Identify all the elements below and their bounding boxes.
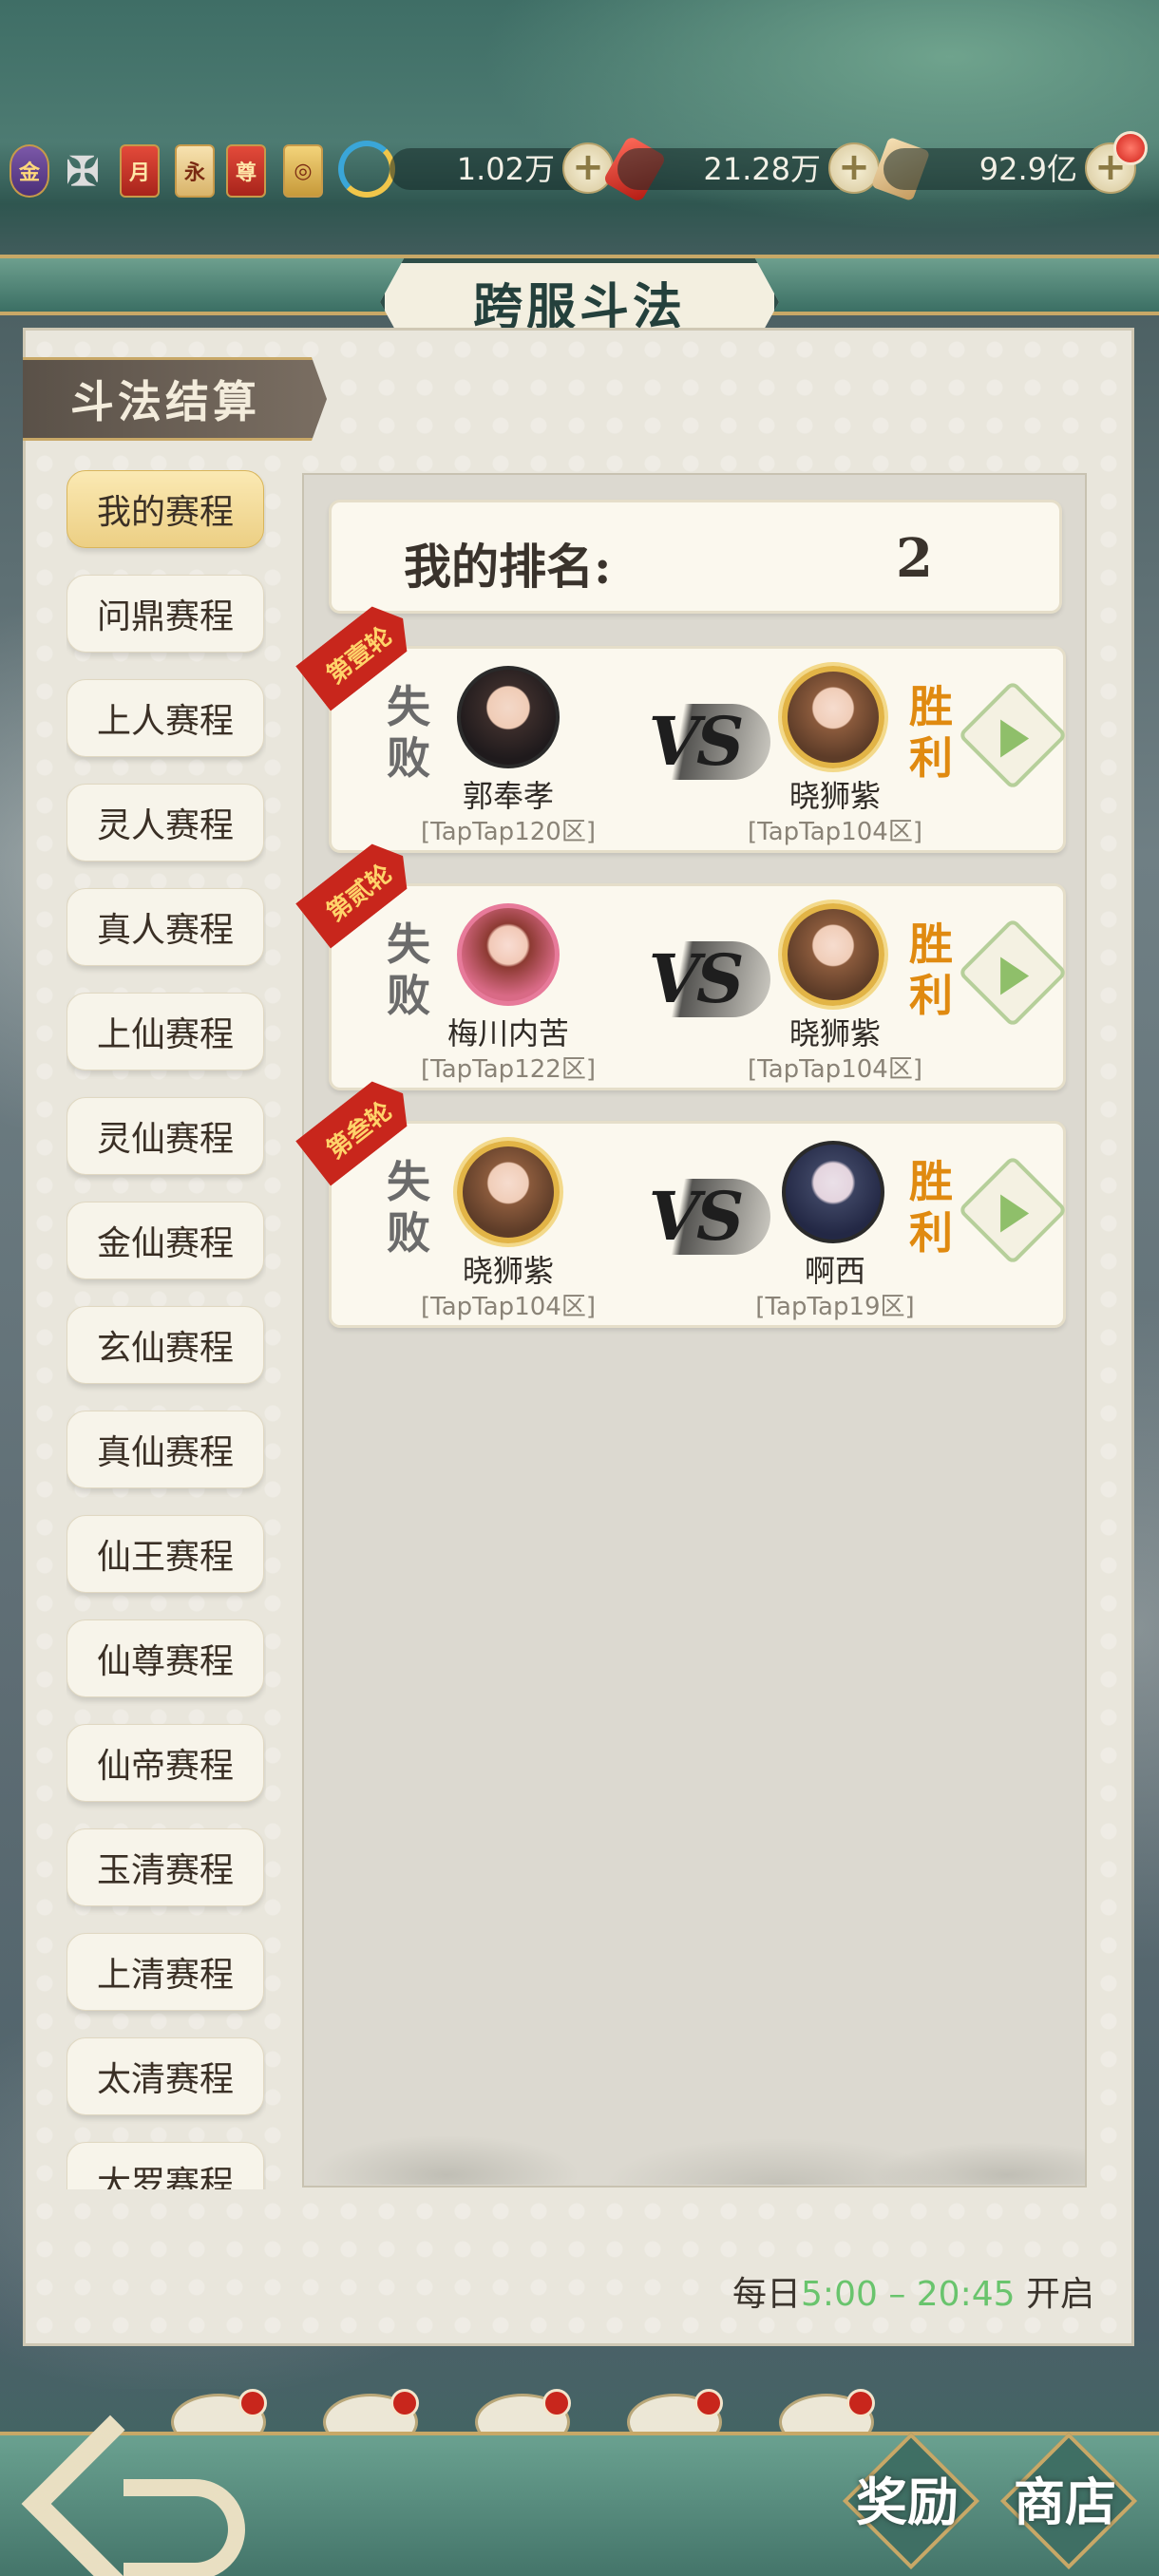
badge-dot — [542, 2389, 571, 2417]
right-player-avatar[interactable] — [782, 666, 884, 768]
menu-shangren[interactable]: 上人赛程 — [66, 679, 264, 757]
vs-mark: VS — [618, 704, 770, 780]
right-player-server: [TapTap104区] — [748, 1055, 922, 1084]
left-player-server: [TapTap122区] — [421, 1055, 596, 1084]
right-player-server: [TapTap104区] — [748, 818, 922, 846]
left-result: 失败 — [387, 919, 430, 1021]
resource-red-gems: 21.28万 + — [618, 142, 880, 194]
match-card-round-1: 第壹轮 失败 郭奉孝 [TapTap120区] VS 晓狮紫 [TapTap10… — [329, 646, 1068, 853]
left-player-server: [TapTap104区] — [421, 1293, 596, 1321]
badge-dot — [846, 2389, 875, 2417]
menu-lingxian[interactable]: 灵仙赛程 — [66, 1097, 264, 1175]
replay-button[interactable] — [958, 1155, 1068, 1265]
red-gems-value: 21.28万 — [703, 151, 821, 187]
coins-value: 92.9亿 — [978, 151, 1077, 187]
permanent-card-icon[interactable]: 永 — [175, 144, 215, 198]
vs-mark: VS — [618, 1179, 770, 1255]
menu-xianzun[interactable]: 仙尊赛程 — [66, 1619, 264, 1697]
gold-badge-icon[interactable]: 金 — [10, 144, 49, 198]
badge-dot — [694, 2389, 723, 2417]
open-hours-end: 20:45 — [916, 2275, 1016, 2314]
replay-button[interactable] — [958, 680, 1068, 790]
menu-xiandi[interactable]: 仙帝赛程 — [66, 1724, 264, 1802]
left-result: 失败 — [387, 1156, 430, 1259]
section-label-text: 斗法结算 — [70, 376, 260, 427]
resource-bar: 金 ✠ 月 永 尊 ◎ 1.02万 + 21.28万 + 92.9亿 + — [0, 133, 1159, 209]
reward-label: 奖励 — [856, 2471, 959, 2532]
right-player-avatar[interactable] — [782, 903, 884, 1006]
schedule-menu[interactable]: 我的赛程 问鼎赛程 上人赛程 灵人赛程 真人赛程 上仙赛程 灵仙赛程 金仙赛程 … — [66, 470, 266, 2189]
shop-label: 商店 — [1014, 2471, 1116, 2532]
shop-button[interactable]: 商店 — [1003, 2435, 1127, 2559]
add-red-gems-button[interactable]: + — [828, 142, 880, 194]
match-card-round-3: 第叁轮 失败 晓狮紫 [TapTap104区] VS 啊西 [TapTap19区… — [329, 1121, 1068, 1328]
right-result: 胜利 — [909, 919, 953, 1021]
menu-wending[interactable]: 问鼎赛程 — [66, 575, 264, 653]
left-player-name: 郭奉孝 — [462, 778, 554, 814]
badge-dot — [238, 2389, 267, 2417]
menu-lingren[interactable]: 灵人赛程 — [66, 784, 264, 862]
silver-emblem-icon[interactable]: ✠ — [63, 144, 103, 198]
match-card-round-2: 第贰轮 失败 梅川内苦 [TapTap122区] VS 晓狮紫 [TapTap1… — [329, 883, 1068, 1090]
menu-shangqing[interactable]: 上清赛程 — [66, 1933, 264, 2011]
notification-dot — [1113, 131, 1148, 165]
spirit-stones-value: 1.02万 — [456, 151, 555, 187]
replay-button[interactable] — [958, 918, 1068, 1028]
monthly-card-icon[interactable]: 月 — [120, 144, 160, 198]
open-hours-suffix: 开启 — [1025, 2275, 1094, 2314]
ink-mountains-decoration — [304, 2042, 1085, 2185]
right-player-avatar[interactable] — [782, 1141, 884, 1243]
menu-my-schedule[interactable]: 我的赛程 — [66, 470, 264, 548]
my-rank-label: 我的排名: — [404, 539, 612, 595]
menu-taiqing[interactable]: 太清赛程 — [66, 2037, 264, 2115]
add-spirit-stones-button[interactable]: + — [562, 142, 614, 194]
my-rank-value: 2 — [896, 527, 933, 590]
menu-jinxian[interactable]: 金仙赛程 — [66, 1202, 264, 1279]
resource-coins: 92.9亿 + — [884, 142, 1136, 194]
reward-button[interactable]: 奖励 — [846, 2435, 969, 2559]
menu-xianwang[interactable]: 仙王赛程 — [66, 1515, 264, 1593]
left-player-name: 梅川内苦 — [446, 1015, 569, 1051]
badge-dot — [390, 2389, 419, 2417]
coin-scroll-icon[interactable]: ◎ — [283, 144, 323, 198]
open-hours-start: 5:00 — [801, 2275, 878, 2314]
spirit-stone-icon — [338, 141, 395, 198]
menu-daluo[interactable]: 大罗赛程 — [66, 2142, 264, 2189]
vs-mark: VS — [618, 941, 770, 1017]
left-player-avatar[interactable] — [457, 903, 560, 1006]
menu-zhenxian[interactable]: 真仙赛程 — [66, 1411, 264, 1488]
right-player-server: [TapTap19区] — [755, 1293, 915, 1321]
left-player-avatar[interactable] — [457, 1141, 560, 1243]
menu-zhenren[interactable]: 真人赛程 — [66, 888, 264, 966]
menu-xuanxian[interactable]: 玄仙赛程 — [66, 1306, 264, 1384]
left-player-avatar[interactable] — [457, 666, 560, 768]
section-label: 斗法结算 — [23, 357, 327, 441]
left-player-name: 晓狮紫 — [462, 1253, 554, 1289]
open-hours-dash: – — [888, 2275, 906, 2314]
right-result: 胜利 — [909, 1156, 953, 1259]
open-hours: 每日5:00 – 20:45 开启 — [695, 2266, 1094, 2316]
resource-spirit-stones: 1.02万 + — [390, 142, 614, 194]
my-rank-box: 我的排名: 2 — [329, 500, 1062, 614]
menu-shangxian[interactable]: 上仙赛程 — [66, 993, 264, 1070]
back-arrow-icon[interactable] — [28, 2422, 247, 2576]
open-hours-prefix: 每日 — [732, 2275, 802, 2314]
menu-yuqing[interactable]: 玉清赛程 — [66, 1828, 264, 1906]
left-result: 失败 — [387, 681, 430, 784]
left-player-server: [TapTap120区] — [421, 818, 596, 846]
honor-card-icon[interactable]: 尊 — [226, 144, 266, 198]
right-result: 胜利 — [909, 681, 953, 784]
